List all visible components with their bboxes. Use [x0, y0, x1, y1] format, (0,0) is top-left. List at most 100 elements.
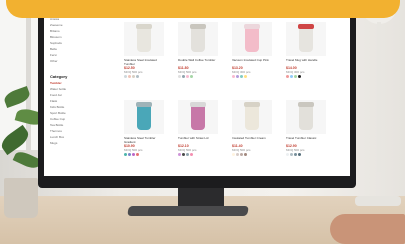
color-swatches: [124, 75, 164, 78]
tumbler-body: [191, 104, 205, 130]
product-title[interactable]: Travel Mug with Handle: [286, 58, 326, 66]
color-swatch[interactable]: [298, 153, 301, 156]
product-title[interactable]: Stainless Steel Insulated Tumbler: [124, 58, 164, 66]
sidebar-filter-item[interactable]: Mugs: [50, 140, 114, 146]
product-moq: MOQ 500 pcs: [178, 70, 197, 74]
product-image[interactable]: [124, 100, 164, 134]
color-swatch[interactable]: [178, 153, 181, 156]
product-card[interactable]: Travel Mug with Handle $14.00 MOQ 300 pcs: [286, 22, 326, 78]
tumbler-lid: [190, 24, 206, 29]
color-swatch[interactable]: [240, 75, 243, 78]
color-swatch[interactable]: [136, 153, 139, 156]
color-swatch[interactable]: [136, 75, 139, 78]
product-moq: MOQ 500 pcs: [232, 148, 251, 152]
tumbler-body: [137, 26, 151, 52]
color-swatch[interactable]: [290, 75, 293, 78]
product-moq: MOQ 500 pcs: [178, 148, 197, 152]
tumbler-body: [245, 26, 259, 52]
color-swatch[interactable]: [186, 75, 189, 78]
color-swatch[interactable]: [298, 75, 301, 78]
product-moq: MOQ 300 pcs: [232, 70, 251, 74]
product-card[interactable]: Insulated Tumbler Cream $11.40 MOQ 500 pcs: [232, 100, 272, 156]
color-swatch[interactable]: [244, 153, 247, 156]
color-swatch[interactable]: [236, 153, 239, 156]
product-title[interactable]: Tumbler with Straw Lid: [178, 136, 218, 144]
color-swatch[interactable]: [232, 75, 235, 78]
color-swatch[interactable]: [232, 153, 235, 156]
hand: [330, 214, 405, 244]
product-title[interactable]: Vacuum Insulated Cup Pink: [232, 58, 272, 66]
product-moq: MOQ 300 pcs: [286, 70, 305, 74]
product-image[interactable]: [286, 22, 326, 56]
color-swatch[interactable]: [244, 75, 247, 78]
product-title[interactable]: Double Wall Coffee Tumbler: [178, 58, 218, 66]
color-swatch[interactable]: [190, 153, 193, 156]
header-banner: [6, 0, 400, 18]
product-image[interactable]: [178, 100, 218, 134]
color-swatch[interactable]: [186, 153, 189, 156]
color-swatches: [232, 153, 272, 156]
tumbler-body: [299, 26, 313, 52]
color-swatch[interactable]: [178, 75, 181, 78]
color-swatches: [286, 153, 326, 156]
product-card[interactable]: Double Wall Coffee Tumbler $11.80 MOQ 500 …: [178, 22, 218, 78]
product-card[interactable]: Tumbler with Straw Lid $12.10 MOQ 500 pcs: [178, 100, 218, 156]
product-card[interactable]: Vacuum Insulated Cup Pink $13.20 MOQ 300 p…: [232, 22, 272, 78]
color-swatches: [286, 75, 326, 78]
color-swatch[interactable]: [286, 75, 289, 78]
sidebar-section-title: Category: [50, 74, 68, 79]
product-image[interactable]: [232, 22, 272, 56]
product-card[interactable]: Stainless Steel Tumbler Gradient $10.90 MO…: [124, 100, 164, 156]
lamp-pole: [377, 22, 381, 172]
color-swatch[interactable]: [124, 153, 127, 156]
color-swatch[interactable]: [294, 153, 297, 156]
color-swatch[interactable]: [132, 153, 135, 156]
color-swatches: [232, 75, 272, 78]
tumbler-body: [191, 26, 205, 52]
color-swatch[interactable]: [182, 75, 185, 78]
color-swatch[interactable]: [240, 153, 243, 156]
color-swatch[interactable]: [124, 75, 127, 78]
color-swatch[interactable]: [286, 153, 289, 156]
color-swatch[interactable]: [294, 75, 297, 78]
filter-sidebar: BrandAnssiaZoesemeBritanoBlossomSopboduB…: [50, 8, 114, 176]
tumbler-lid: [190, 102, 206, 107]
product-title[interactable]: Insulated Tumbler Cream: [232, 136, 272, 144]
color-swatches: [178, 75, 218, 78]
color-swatch[interactable]: [236, 75, 239, 78]
color-swatch[interactable]: [290, 153, 293, 156]
color-swatches: [124, 153, 164, 156]
tumbler-lid: [136, 102, 152, 107]
color-swatch[interactable]: [128, 153, 131, 156]
tumbler-lid: [244, 102, 260, 107]
monitor: BrandAnssiaZoesemeBritanoBlossomSopboduB…: [38, 0, 356, 188]
tumbler-lid: [244, 24, 260, 29]
color-swatch[interactable]: [128, 75, 131, 78]
product-image[interactable]: [286, 100, 326, 134]
tumbler-lid: [298, 102, 314, 107]
tumbler-lid: [298, 24, 314, 29]
product-image[interactable]: [232, 100, 272, 134]
screen: BrandAnssiaZoesemeBritanoBlossomSopboduB…: [44, 0, 350, 176]
tumbler-lid: [136, 24, 152, 29]
product-image[interactable]: [178, 22, 218, 56]
product-moq: MOQ 500 pcs: [124, 148, 143, 152]
plant-pot: [4, 178, 38, 218]
product-grid: Stainless Steel Insulated Tumbler $12.50 M…: [124, 22, 344, 176]
product-card[interactable]: Travel Tumbler Classic $12.90 MOQ 500 pcs: [286, 100, 326, 156]
product-image[interactable]: [124, 22, 164, 56]
color-swatch[interactable]: [182, 153, 185, 156]
tumbler-body: [299, 104, 313, 130]
product-moq: MOQ 500 pcs: [286, 148, 305, 152]
product-moq: MOQ 500 pcs: [124, 70, 143, 74]
product-card[interactable]: Stainless Steel Insulated Tumbler $12.50 M…: [124, 22, 164, 78]
color-swatch[interactable]: [132, 75, 135, 78]
color-swatch[interactable]: [190, 75, 193, 78]
monitor-stand-base: [127, 206, 249, 216]
color-swatches: [178, 153, 218, 156]
tumbler-body: [137, 104, 151, 130]
tumbler-body: [245, 104, 259, 130]
product-title[interactable]: Travel Tumbler Classic: [286, 136, 326, 144]
product-title[interactable]: Stainless Steel Tumbler Gradient: [124, 136, 164, 144]
